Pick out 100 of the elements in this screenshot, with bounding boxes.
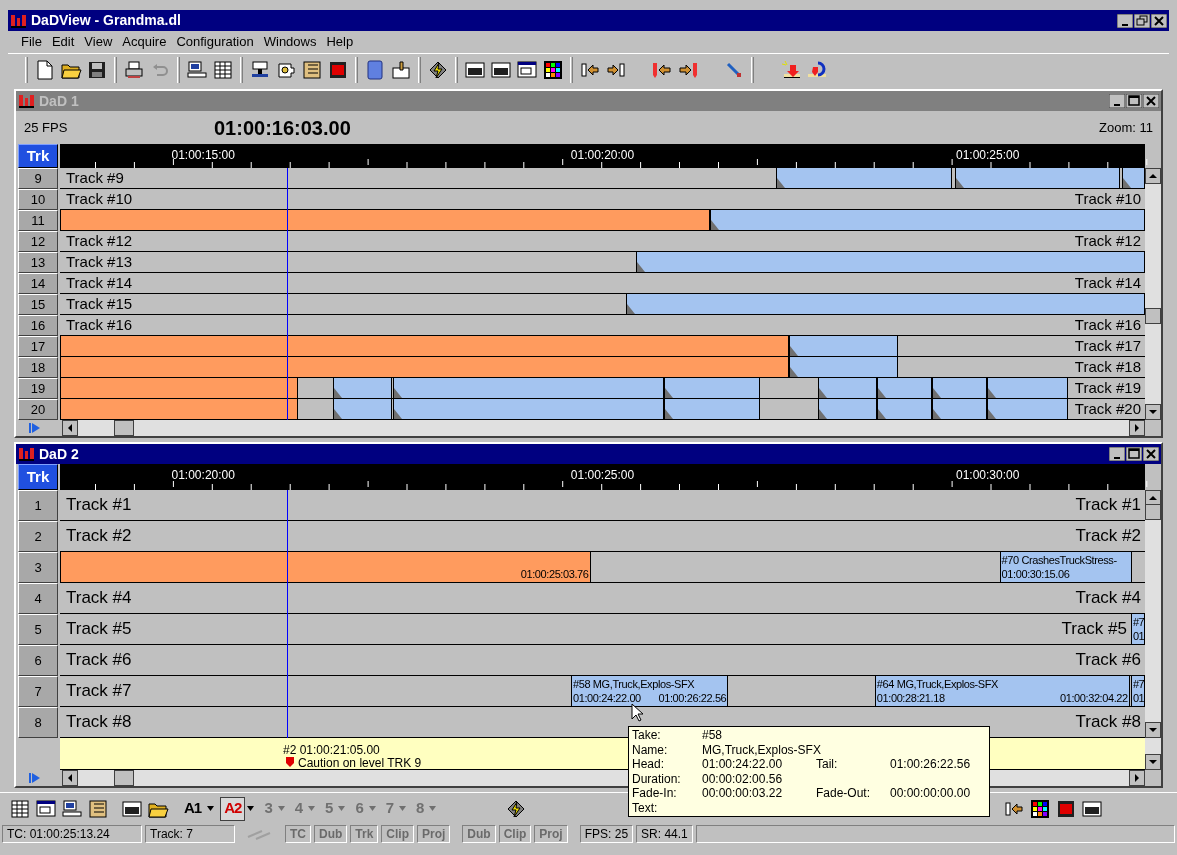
scroll-right-icon[interactable] (1129, 770, 1145, 786)
monitor-icon[interactable] (61, 797, 83, 820)
dropdown-caret-icon[interactable] (207, 806, 215, 811)
maximize-icon[interactable] (1126, 447, 1142, 461)
clip[interactable] (789, 357, 898, 377)
track-number[interactable]: 9 (18, 168, 58, 189)
scroll-thumb-icon[interactable] (1145, 308, 1161, 324)
layer-button[interactable]: A1 (180, 796, 206, 821)
track-number[interactable]: 5 (18, 614, 58, 645)
menu-item[interactable]: Windows (258, 32, 322, 52)
clip[interactable]: #64 MG,Truck,Explos-SFX 01:00:28:21.18 01:00:32:04.22 (874, 676, 1130, 706)
track-number[interactable]: 19 (18, 378, 58, 399)
track-number[interactable]: 8 (18, 707, 58, 738)
track-number[interactable]: 3 (18, 552, 58, 583)
clip[interactable] (664, 399, 760, 419)
menu-item[interactable]: Acquire (117, 32, 172, 52)
clip[interactable] (955, 168, 1121, 188)
clip[interactable] (636, 252, 1145, 272)
clip[interactable]: #7 01 (1130, 614, 1145, 644)
menu-item[interactable]: View (79, 32, 118, 52)
menu-item[interactable]: Edit (46, 32, 80, 52)
track-number[interactable]: 17 (18, 336, 58, 357)
clip[interactable] (986, 378, 1068, 398)
horizontal-scrollbar[interactable] (62, 420, 1145, 436)
scroll-thumb-icon[interactable] (114, 420, 134, 436)
drop-icon[interactable] (780, 58, 802, 81)
clip[interactable] (60, 210, 710, 230)
track-number[interactable]: 16 (18, 315, 58, 336)
clip[interactable] (60, 336, 790, 356)
track-number[interactable]: 15 (18, 294, 58, 315)
clip[interactable] (877, 378, 933, 398)
hand-icon[interactable] (390, 58, 412, 81)
palette-icon[interactable] (1029, 797, 1052, 820)
track-number[interactable]: 4 (18, 583, 58, 614)
list-icon[interactable] (87, 797, 109, 820)
clip[interactable] (333, 378, 392, 398)
table-icon[interactable] (9, 797, 31, 820)
clip[interactable] (60, 357, 790, 377)
clip[interactable] (333, 399, 392, 419)
palette-icon[interactable] (542, 58, 564, 81)
track-header-button[interactable]: Trk (18, 464, 58, 490)
marker-flag-icon[interactable] (286, 757, 294, 767)
scroll-thumb-icon[interactable] (1145, 504, 1161, 520)
menu-item[interactable]: Configuration (171, 32, 259, 52)
close-icon[interactable] (1151, 13, 1167, 28)
table-icon[interactable] (212, 58, 234, 81)
track-number[interactable]: 20 (18, 399, 58, 420)
clip[interactable]: 01:00:25:03.76 (60, 552, 591, 582)
track-lane[interactable]: Track #17 (60, 336, 1145, 357)
scroll-left-icon[interactable] (62, 770, 78, 786)
track-number[interactable]: 11 (18, 210, 58, 231)
track-lane[interactable]: Track #15 (60, 294, 1145, 315)
printer-icon[interactable] (123, 58, 145, 81)
track-lane[interactable]: Track #18 (60, 357, 1145, 378)
dropdown-caret-icon[interactable] (247, 806, 255, 811)
track-lane[interactable]: Track #19 (60, 378, 1145, 399)
clip[interactable] (393, 399, 665, 419)
list-icon[interactable] (301, 58, 323, 81)
track-lane[interactable] (60, 210, 1145, 231)
track-number[interactable]: 18 (18, 357, 58, 378)
minimize-icon[interactable] (1109, 447, 1125, 461)
clip[interactable] (1122, 168, 1145, 188)
monitor-icon[interactable] (186, 58, 208, 81)
clip[interactable]: #58 MG,Truck,Explos-SFX 01:00:24:22.00 01:00:26:22.56 (571, 676, 729, 706)
clip[interactable] (664, 378, 760, 398)
scroll-left-icon[interactable] (62, 420, 78, 436)
scroll-down-icon[interactable] (1145, 754, 1161, 770)
close-icon[interactable] (1143, 94, 1159, 108)
clip[interactable] (393, 378, 665, 398)
scroll-down-icon[interactable] (1145, 722, 1161, 738)
track-number[interactable]: 12 (18, 231, 58, 252)
minimize-icon[interactable] (1109, 94, 1125, 108)
book-icon[interactable] (364, 58, 386, 81)
menu-item[interactable]: Help (321, 32, 359, 52)
maximize-icon[interactable] (1126, 94, 1142, 108)
document-icon[interactable] (34, 58, 56, 81)
menu-item[interactable]: File (16, 32, 47, 52)
clip[interactable] (818, 378, 877, 398)
scroll-thumb-icon[interactable] (114, 770, 134, 786)
track-number[interactable]: 2 (18, 521, 58, 552)
clip[interactable] (60, 378, 298, 398)
minimize-icon[interactable] (1117, 13, 1133, 28)
scroll-up-icon[interactable] (1145, 168, 1161, 184)
clip[interactable] (626, 294, 1145, 314)
track-lane[interactable]: Track #7 #58 MG,Truck,Explos-SFX 01:00:24:22.00 01:00:26:22.56 #64 MG,Truck,Explos-SFX 01:00:28:21.18 01:00:32:04.22 #7 01 (60, 676, 1145, 707)
scroll-down-icon[interactable] (1145, 404, 1161, 420)
track-header-button[interactable]: Trk (18, 144, 58, 168)
clip[interactable] (60, 399, 298, 419)
vertical-scrollbar[interactable] (1145, 490, 1161, 738)
vertical-scrollbar[interactable] (1145, 168, 1161, 420)
clip[interactable] (877, 399, 933, 419)
clip[interactable]: #7 01 (1130, 676, 1145, 706)
track-number[interactable]: 14 (18, 273, 58, 294)
track-number[interactable]: 7 (18, 676, 58, 707)
track-lane[interactable]: Track #20 (60, 399, 1145, 420)
window-icon[interactable] (516, 58, 538, 81)
clip[interactable] (709, 210, 1145, 230)
restore-icon[interactable] (1134, 13, 1150, 28)
track-lane[interactable]: Track #13 (60, 252, 1145, 273)
clip[interactable]: #70 CrashesTruckStress- 01:00:30:15.06 (999, 552, 1132, 582)
